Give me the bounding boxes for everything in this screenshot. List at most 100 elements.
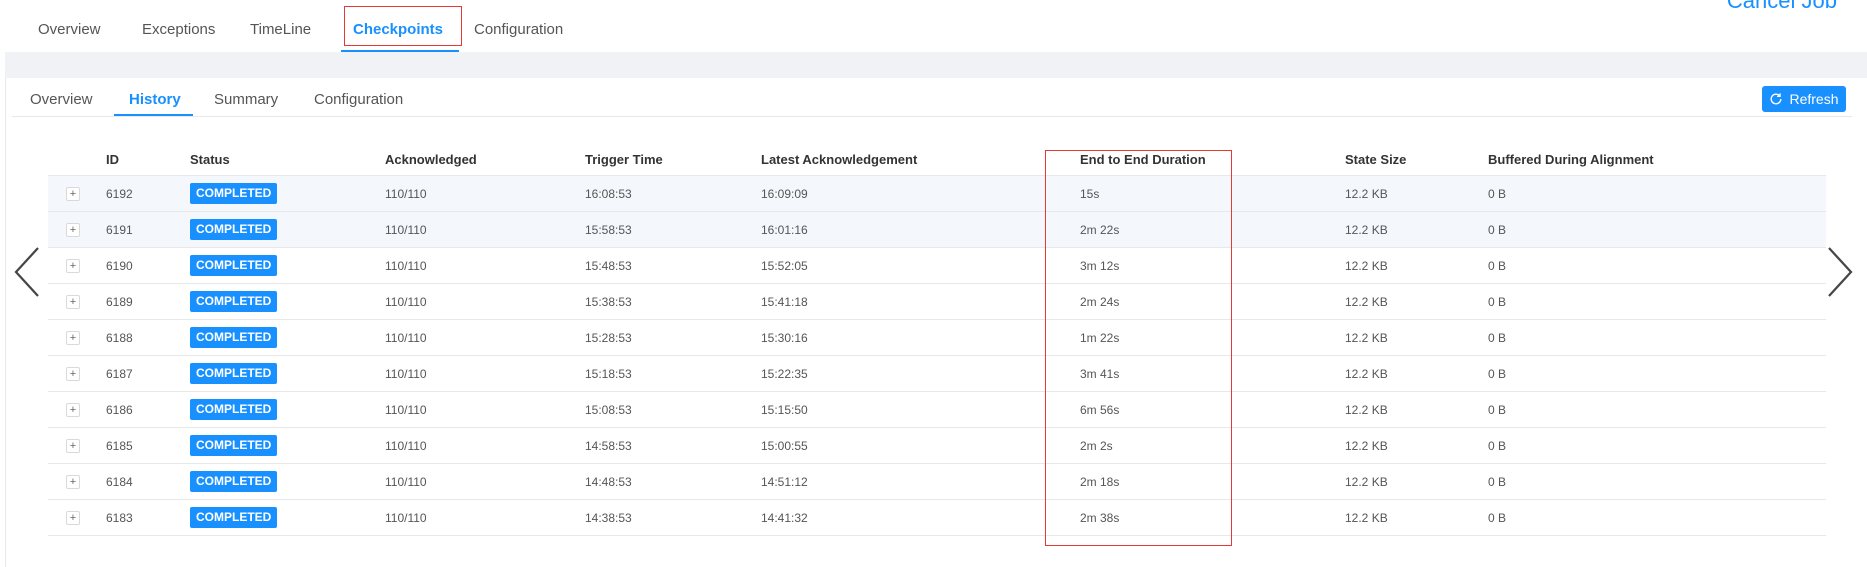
table-row[interactable]: + COMPLETED 6189 110/110 15:38:53 15:41:18 2m … [48, 284, 1826, 320]
cell-buffered-during-alignment: 0 B [1488, 295, 1507, 309]
table-header: ID Status Acknowledged Trigger Time Late… [48, 142, 1826, 176]
table-body: + COMPLETED 6192 110/110 16:08:53 16:09:09 15s… [48, 176, 1826, 536]
cell-trigger-time: 14:58:53 [585, 439, 632, 453]
cell-end-to-end-duration: 2m 24s [1080, 295, 1120, 309]
table-row[interactable]: + COMPLETED 6183 110/110 14:38:53 14:41:32 2m … [48, 500, 1826, 536]
active-tab-indicator [341, 50, 459, 52]
status-badge: COMPLETED [190, 435, 278, 456]
cell-trigger-time: 14:48:53 [585, 475, 632, 489]
subtab-configuration[interactable]: Configuration [314, 91, 403, 108]
chevron-right-icon [1828, 247, 1853, 297]
cell-state-size: 12.2 KB [1345, 403, 1388, 417]
cell-trigger-time: 14:38:53 [585, 511, 632, 525]
tab-overview[interactable]: Overview [38, 21, 101, 38]
cell-latest-acknowledgement: 14:41:32 [761, 511, 808, 525]
cell-latest-acknowledgement: 16:09:09 [761, 187, 808, 201]
tab-exceptions[interactable]: Exceptions [142, 21, 215, 38]
tab-timeline[interactable]: TimeLine [250, 21, 311, 38]
cell-buffered-during-alignment: 0 B [1488, 367, 1507, 381]
checkpoint-history-table: ID Status Acknowledged Trigger Time Late… [48, 142, 1826, 536]
cell-buffered-during-alignment: 0 B [1488, 403, 1507, 417]
cell-state-size: 12.2 KB [1345, 223, 1388, 237]
cell-state-size: 12.2 KB [1345, 295, 1388, 309]
cell-buffered-during-alignment: 0 B [1488, 187, 1507, 201]
expand-row-button[interactable]: + [66, 331, 80, 345]
cell-latest-acknowledgement: 15:15:50 [761, 403, 808, 417]
status-badge: COMPLETED [190, 507, 278, 528]
table-row[interactable]: + COMPLETED 6190 110/110 15:48:53 15:52:05 3m … [48, 248, 1826, 284]
status-badge: COMPLETED [190, 363, 278, 384]
status-badge: COMPLETED [190, 183, 278, 204]
table-row[interactable]: + COMPLETED 6185 110/110 14:58:53 15:00:55 2m … [48, 428, 1826, 464]
col-state-size: State Size [1345, 152, 1407, 167]
expand-row-button[interactable]: + [66, 295, 80, 309]
status-badge: COMPLETED [190, 399, 278, 420]
expand-row-button[interactable]: + [66, 367, 80, 381]
expand-row-button[interactable]: + [66, 187, 80, 201]
tab-configuration[interactable]: Configuration [474, 21, 563, 38]
cancel-job-button[interactable]: Cancel Job [1727, 0, 1837, 14]
cell-id: 6187 [106, 367, 133, 381]
expand-row-button[interactable]: + [66, 259, 80, 273]
subtab-summary[interactable]: Summary [214, 91, 278, 108]
status-badge: COMPLETED [190, 219, 278, 240]
cell-end-to-end-duration: 2m 18s [1080, 475, 1120, 489]
cell-state-size: 12.2 KB [1345, 259, 1388, 273]
cell-state-size: 12.2 KB [1345, 187, 1388, 201]
col-status: Status [190, 152, 230, 167]
cell-state-size: 12.2 KB [1345, 367, 1388, 381]
cell-latest-acknowledgement: 15:22:35 [761, 367, 808, 381]
table-row[interactable]: + COMPLETED 6192 110/110 16:08:53 16:09:09 15s… [48, 176, 1826, 212]
cell-acknowledged: 110/110 [385, 295, 427, 309]
cell-id: 6185 [106, 439, 133, 453]
cell-id: 6190 [106, 259, 133, 273]
cell-latest-acknowledgement: 15:00:55 [761, 439, 808, 453]
expand-row-button[interactable]: + [66, 403, 80, 417]
status-badge: COMPLETED [190, 291, 278, 312]
cell-acknowledged: 110/110 [385, 403, 427, 417]
next-arrow[interactable] [1825, 244, 1855, 300]
col-latest-acknowledgement: Latest Acknowledgement [761, 152, 918, 167]
expand-row-button[interactable]: + [66, 511, 80, 525]
cell-acknowledged: 110/110 [385, 439, 427, 453]
cell-trigger-time: 15:08:53 [585, 403, 632, 417]
table-row[interactable]: + COMPLETED 6186 110/110 15:08:53 15:15:50 6m … [48, 392, 1826, 428]
table-row[interactable]: + COMPLETED 6191 110/110 15:58:53 16:01:16 2m … [48, 212, 1826, 248]
cell-id: 6188 [106, 331, 133, 345]
table-row[interactable]: + COMPLETED 6188 110/110 15:28:53 15:30:16 1m … [48, 320, 1826, 356]
cell-buffered-during-alignment: 0 B [1488, 475, 1507, 489]
cell-acknowledged: 110/110 [385, 223, 427, 237]
table-row[interactable]: + COMPLETED 6187 110/110 15:18:53 15:22:35 3m … [48, 356, 1826, 392]
cell-state-size: 12.2 KB [1345, 511, 1388, 525]
cell-latest-acknowledgement: 16:01:16 [761, 223, 808, 237]
cell-end-to-end-duration: 1m 22s [1080, 331, 1120, 345]
cell-id: 6184 [106, 475, 133, 489]
cell-buffered-during-alignment: 0 B [1488, 223, 1507, 237]
cell-end-to-end-duration: 6m 56s [1080, 403, 1120, 417]
expand-row-button[interactable]: + [66, 439, 80, 453]
cell-end-to-end-duration: 15s [1080, 187, 1100, 201]
cell-trigger-time: 15:58:53 [585, 223, 632, 237]
expand-row-button[interactable]: + [66, 475, 80, 489]
cell-trigger-time: 15:28:53 [585, 331, 632, 345]
cell-buffered-during-alignment: 0 B [1488, 259, 1507, 273]
subtab-divider [12, 116, 1852, 117]
prev-arrow[interactable] [12, 244, 42, 300]
refresh-button[interactable]: Refresh [1762, 86, 1846, 112]
checkpoints-tab-highlight [344, 6, 462, 46]
cell-end-to-end-duration: 2m 38s [1080, 511, 1120, 525]
job-tabs: Overview Exceptions TimeLine Checkpoints… [0, 0, 1867, 60]
cell-end-to-end-duration: 3m 41s [1080, 367, 1120, 381]
status-badge: COMPLETED [190, 471, 278, 492]
cell-latest-acknowledgement: 14:51:12 [761, 475, 808, 489]
expand-row-button[interactable]: + [66, 223, 80, 237]
cell-end-to-end-duration: 2m 2s [1080, 439, 1113, 453]
table-row[interactable]: + COMPLETED 6184 110/110 14:48:53 14:51:12 2m … [48, 464, 1826, 500]
cell-end-to-end-duration: 2m 22s [1080, 223, 1120, 237]
subtab-overview[interactable]: Overview [30, 91, 93, 108]
status-badge: COMPLETED [190, 255, 278, 276]
subtab-history[interactable]: History [129, 91, 181, 108]
cell-state-size: 12.2 KB [1345, 439, 1388, 453]
cell-id: 6183 [106, 511, 133, 525]
cell-id: 6192 [106, 187, 133, 201]
